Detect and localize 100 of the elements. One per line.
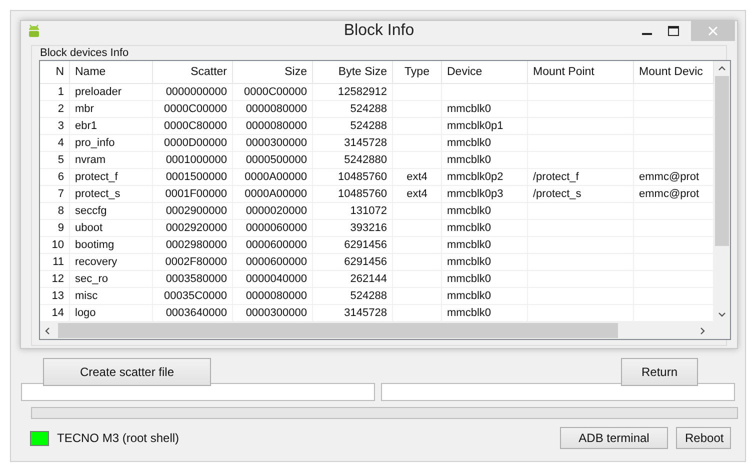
table-cell: 524288	[313, 118, 393, 134]
table-cell: 1	[40, 84, 70, 100]
table-cell: 12582912	[313, 84, 393, 100]
table-cell: ebr1	[70, 118, 153, 134]
table-cell: 3145728	[313, 305, 393, 321]
table-cell: 13	[40, 288, 70, 304]
table-cell: 0001F00000	[153, 186, 233, 202]
table-cell: sec_ro	[70, 271, 153, 287]
table-cell: 2	[40, 101, 70, 117]
text-field[interactable]	[21, 383, 375, 401]
table-cell: 0000020000	[233, 203, 313, 219]
close-button[interactable]	[691, 21, 735, 41]
table-cell: 524288	[313, 288, 393, 304]
table-cell: mmcblk0	[442, 237, 528, 253]
maximize-icon[interactable]	[668, 26, 679, 36]
vertical-scrollbar[interactable]	[714, 61, 730, 322]
table-cell: 9	[40, 220, 70, 236]
table-cell: mmcblk0	[442, 271, 528, 287]
action-button[interactable]: Return	[621, 358, 698, 386]
table-cell: 0002980000	[153, 237, 233, 253]
table-cell: 0003640000	[153, 305, 233, 321]
table-cell: 5242880	[313, 152, 393, 168]
table-cell: 0000080000	[233, 288, 313, 304]
group-title: Block devices Info	[40, 47, 130, 59]
table-cell: 0001500000	[153, 169, 233, 185]
table-cell: 524288	[313, 101, 393, 117]
table-cell: 0000040000	[233, 271, 313, 287]
table-cell: 10485760	[313, 169, 393, 185]
table-cell: 11	[40, 254, 70, 270]
action-button[interactable]: ADB terminal	[560, 427, 668, 449]
table-cell: 3145728	[313, 135, 393, 151]
table-cell: 0000C80000	[153, 118, 233, 134]
column-header[interactable]: Name	[70, 61, 153, 83]
column-header[interactable]: Byte Size	[313, 61, 393, 83]
action-button[interactable]: Reboot	[676, 427, 731, 449]
column-header[interactable]: N	[40, 61, 70, 83]
table-cell: 0002920000	[153, 220, 233, 236]
table-cell: 00035C0000	[153, 288, 233, 304]
table-cell: 3	[40, 118, 70, 134]
close-icon	[708, 26, 718, 36]
table-cell: mbr	[70, 101, 153, 117]
table-cell: ext4	[393, 186, 442, 202]
table-cell: 8	[40, 203, 70, 219]
android-icon	[27, 23, 41, 39]
table-cell: 10	[40, 237, 70, 253]
table-cell: 0000A00000	[233, 186, 313, 202]
horizontal-scrollbar[interactable]	[40, 322, 730, 339]
table-cell: 0000300000	[233, 135, 313, 151]
table-cell: 0002F80000	[153, 254, 233, 270]
table-cell: mmcblk0p3	[442, 186, 528, 202]
table-cell: mmcblk0p1	[442, 118, 528, 134]
text-field[interactable]	[381, 383, 735, 401]
column-header[interactable]: Type	[393, 61, 442, 83]
table-cell: 7	[40, 186, 70, 202]
column-header[interactable]: Scatter	[153, 61, 233, 83]
table-cell: 0000C00000	[233, 84, 313, 100]
table-cell: 12	[40, 271, 70, 287]
table-cell: 0000300000	[233, 305, 313, 321]
table-cell: 0002900000	[153, 203, 233, 219]
table-cell: 0000500000	[233, 152, 313, 168]
column-header[interactable]: Mount Point	[528, 61, 634, 83]
table-cell: preloader	[70, 84, 153, 100]
column-header[interactable]: Device	[442, 61, 528, 83]
table-cell: 0000A00000	[233, 169, 313, 185]
table-cell: protect_s	[70, 186, 153, 202]
table-cell: 4	[40, 135, 70, 151]
table-cell: mmcblk0	[442, 305, 528, 321]
table-cell: 0003580000	[153, 271, 233, 287]
table-cell: 14	[40, 305, 70, 321]
table-cell: uboot	[70, 220, 153, 236]
table-cell: 0000060000	[233, 220, 313, 236]
action-button[interactable]: Create scatter file	[43, 358, 211, 386]
table-cell: ext4	[393, 169, 442, 185]
table-cell: 6	[40, 169, 70, 185]
table-cell: mmcblk0	[442, 288, 528, 304]
table-cell: 0000080000	[233, 118, 313, 134]
table-cell: mmcblk0	[442, 152, 528, 168]
table-cell: 10485760	[313, 186, 393, 202]
table-cell: mmcblk0	[442, 220, 528, 236]
table-cell: 0000080000	[233, 101, 313, 117]
table-cell: 0000D00000	[153, 135, 233, 151]
table-cell: 0000000000	[153, 84, 233, 100]
table-cell: bootimg	[70, 237, 153, 253]
table-cell: protect_f	[70, 169, 153, 185]
table-cell: nvram	[70, 152, 153, 168]
table-cell: 393216	[313, 220, 393, 236]
table-cell: recovery	[70, 254, 153, 270]
table-cell: 0001000000	[153, 152, 233, 168]
table-cell: misc	[70, 288, 153, 304]
table-cell: mmcblk0	[442, 101, 528, 117]
table-cell: 0000C00000	[153, 101, 233, 117]
table-cell: 131072	[313, 203, 393, 219]
table-cell: 6291456	[313, 237, 393, 253]
table-cell: /protect_f	[528, 169, 634, 185]
table-cell: pro_info	[70, 135, 153, 151]
column-header[interactable]: Size	[233, 61, 313, 83]
table-cell: 5	[40, 152, 70, 168]
device-label: TECNO M3 (root shell)	[57, 431, 180, 445]
table-cell: mmcblk0	[442, 254, 528, 270]
table-cell: 262144	[313, 271, 393, 287]
